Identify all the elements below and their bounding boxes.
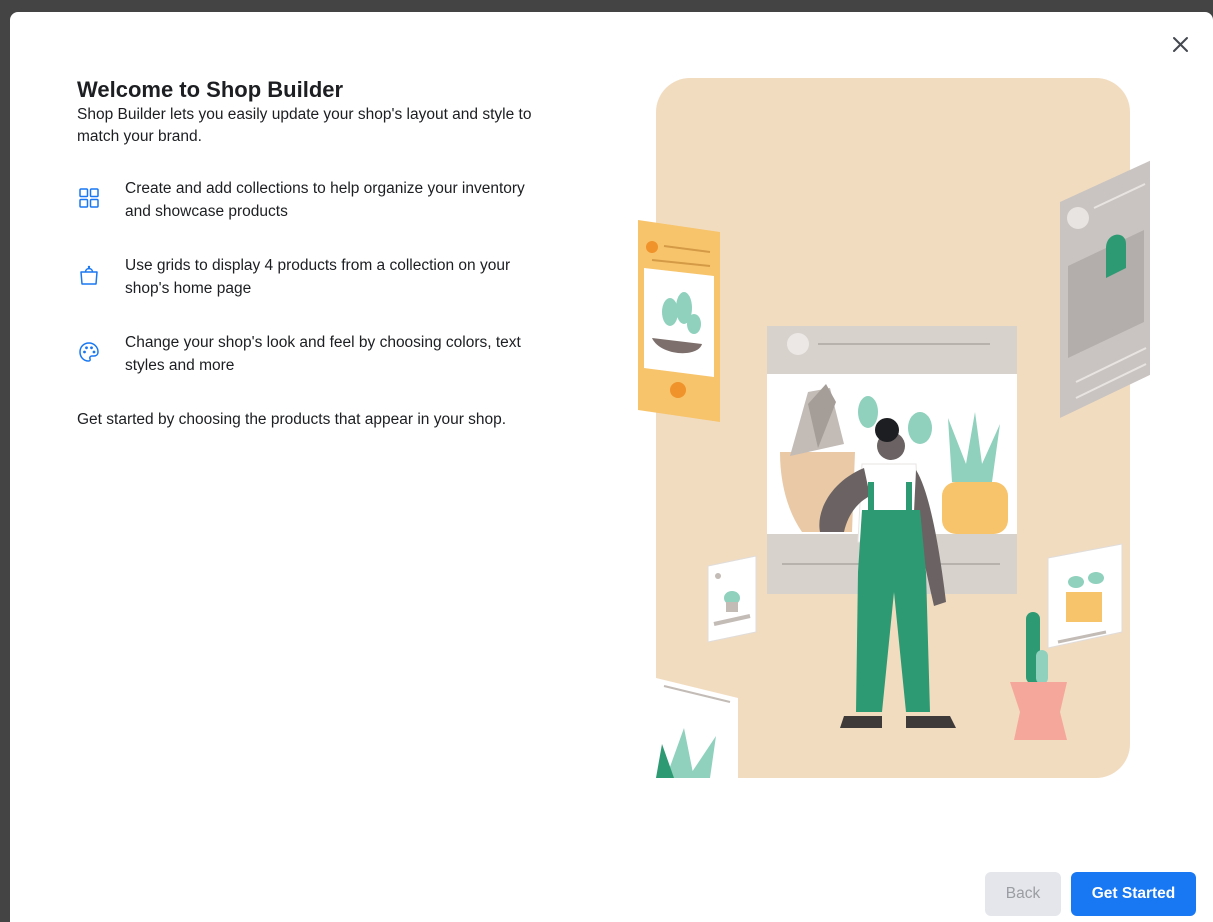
grid-icon bbox=[79, 188, 99, 208]
shop-builder-illustration bbox=[638, 78, 1150, 778]
welcome-content: Welcome to Shop Builder Shop Builder let… bbox=[77, 76, 537, 431]
palette-icon bbox=[79, 342, 99, 362]
feature-item-style: Change your shop's look and feel by choo… bbox=[77, 331, 537, 377]
feature-item-collections: Create and add collections to help organ… bbox=[77, 177, 537, 223]
feature-item-grids: Use grids to display 4 products from a c… bbox=[77, 254, 537, 300]
dialog-title: Welcome to Shop Builder bbox=[77, 77, 344, 102]
dialog-intro: Shop Builder lets you easily update your… bbox=[77, 106, 532, 145]
feature-text: Use grids to display 4 products from a c… bbox=[125, 257, 511, 297]
welcome-dialog: Welcome to Shop Builder Shop Builder let… bbox=[10, 12, 1213, 922]
close-button[interactable] bbox=[1168, 32, 1194, 58]
product-card-illustration bbox=[1047, 543, 1123, 649]
feature-text: Create and add collections to help organ… bbox=[125, 180, 525, 220]
shopping-bag-icon bbox=[80, 265, 98, 285]
phone-card-illustration bbox=[638, 220, 720, 422]
small-card-illustration bbox=[707, 555, 757, 643]
get-started-button[interactable]: Get Started bbox=[1071, 872, 1196, 916]
grey-panel-illustration bbox=[1060, 160, 1150, 418]
close-icon bbox=[1173, 37, 1188, 52]
feature-text: Change your shop's look and feel by choo… bbox=[125, 334, 521, 374]
dialog-outro: Get started by choosing the products tha… bbox=[77, 411, 507, 428]
back-button[interactable]: Back bbox=[985, 872, 1061, 916]
feature-list: Create and add collections to help organ… bbox=[77, 177, 537, 377]
